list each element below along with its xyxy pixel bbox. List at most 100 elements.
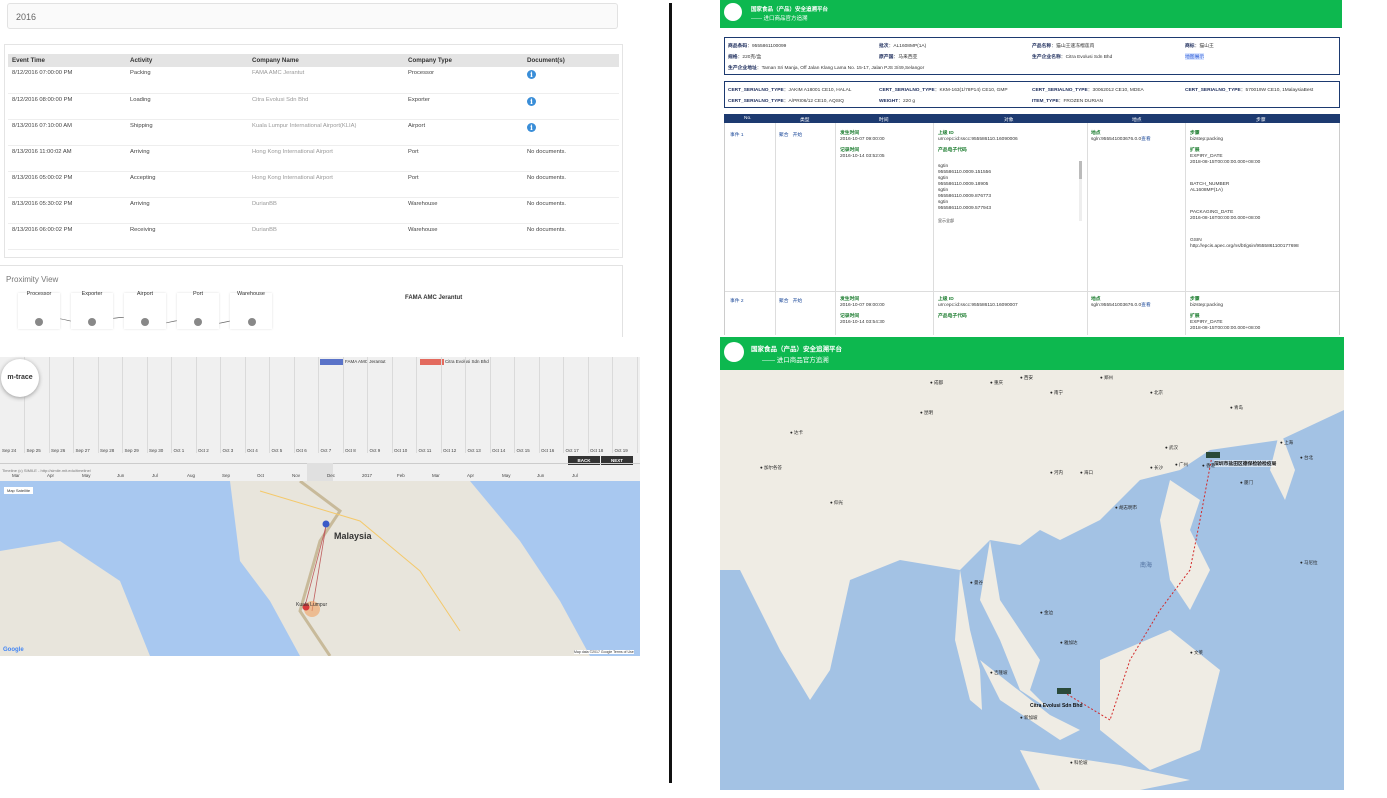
cell-company[interactable]: DurianBB — [248, 223, 404, 250]
epc-list[interactable]: sgtin 955586110.0009.151556 sgtin 955586… — [938, 164, 1078, 212]
timeline-day-label: Sep 27 — [75, 448, 90, 453]
event-1-object: 上级 ID urn:epc:id:sscc:955586110.16090006… — [938, 131, 1078, 224]
cell-company[interactable]: Hong Kong International Airport — [248, 171, 404, 198]
cell-doc: i — [523, 67, 619, 94]
malaysia-map[interactable]: Map Satellite Malaysia Kuala Lumpur Goog… — [0, 481, 640, 656]
timeline-day-column — [342, 357, 344, 453]
cert-key: CERT_SERIALNO_TYPE — [1032, 88, 1088, 93]
node-dot[interactable] — [194, 318, 202, 326]
city-label: ● 加尔各答 — [760, 465, 782, 470]
cert-value: JAKIM A18001 CE10, HALAL — [788, 88, 852, 93]
info-key: 规格 — [728, 55, 738, 60]
cell-time: 8/13/2016 05:30:02 PM — [8, 197, 126, 224]
node-dot[interactable] — [141, 318, 149, 326]
col-event-time[interactable]: Event Time — [8, 54, 126, 67]
cert-key: CERT_SERIALNO_TYPE — [879, 88, 935, 93]
event-table-header: Event Time Activity Company Name Company… — [8, 54, 619, 67]
epc-item: 955586110.0009.577943 — [938, 206, 991, 211]
origin-ship-icon[interactable] — [1057, 688, 1071, 694]
code-label: 产品电子代码 — [938, 148, 967, 153]
cell-time: 8/13/2016 05:00:02 PM — [8, 171, 126, 198]
grid-col-step: 步骤 — [1256, 118, 1266, 123]
node-label: Exporter — [81, 291, 103, 297]
col-company-name[interactable]: Company Name — [248, 54, 404, 67]
info-key: 产品名称 — [1032, 44, 1052, 49]
info-icon[interactable]: i — [527, 122, 536, 132]
info-icon[interactable]: i — [527, 96, 536, 106]
timeline-day-label: Sep 30 — [149, 448, 164, 453]
map-page-header: 国家食品（产品）安全追溯平台 —— 进口商品官方追溯 — [720, 337, 1344, 370]
timeline-day-label: Sep 29 — [124, 448, 139, 453]
city-label: ● 南宁 — [1050, 390, 1063, 395]
sea-label: 南海 — [1140, 563, 1153, 569]
cell-company[interactable]: DurianBB — [248, 197, 404, 224]
event-type-label: 聚合 — [779, 299, 789, 304]
info-value: Citra Evolusi Sdn Bhd — [1065, 55, 1113, 60]
timeline-day-column — [440, 357, 442, 453]
city-label: ● 北京 — [1150, 390, 1163, 395]
event-2-location: 地点 sgln:955541003676.0.0查看 — [1091, 297, 1151, 309]
col-documents[interactable]: Document(s) — [523, 54, 619, 67]
col-company-type[interactable]: Company Type — [404, 54, 523, 67]
timeline-day-label: Oct 19 — [614, 448, 628, 453]
timeline-month-label: Jul — [572, 473, 578, 478]
city-label: ● 青岛 — [1230, 405, 1243, 410]
event-2-no: 事件 2 — [730, 299, 744, 304]
cell-activity: Accepting — [126, 171, 248, 198]
table-row: 8/12/2016 07:00:00 PM Packing FAMA AMC J… — [8, 67, 619, 94]
timeline-month-label: Jun — [117, 473, 125, 478]
cell-company[interactable]: Kuala Lumpur International Airport(KLIA) — [248, 119, 404, 146]
map-attribution[interactable]: Map data ©2017 Google Terms of Use — [574, 650, 634, 654]
cell-company[interactable]: Citra Evolusi Sdn Bhd — [248, 93, 404, 120]
info-icon[interactable]: i — [527, 70, 536, 79]
cell-time: 8/12/2016 08:00:00 PM — [8, 93, 126, 120]
certificates-box: CERT_SERIALNO_TYPE：JAKIM A18001 CE10, HA… — [724, 81, 1340, 108]
map-display-link[interactable]: 地图展示 — [1185, 53, 1205, 60]
location-view-link[interactable]: 查看 — [1141, 303, 1151, 308]
timeline-day-column — [73, 357, 74, 453]
timeline-day-column — [367, 357, 368, 453]
left-screenshot-panel: 2016 Event Time Activity Company Name Co… — [0, 0, 640, 798]
cell-company[interactable]: Hong Kong International Airport — [248, 145, 404, 172]
map-type-toggle[interactable]: Map Satellite — [4, 487, 34, 494]
destination-ship-icon[interactable] — [1206, 452, 1220, 458]
location-view-link[interactable]: 查看 — [1141, 137, 1151, 142]
table-row: 8/13/2016 07:10:00 AM Shipping Kuala Lum… — [8, 119, 619, 146]
info-value: 猫山王速冻榴莲肉 — [1056, 44, 1095, 49]
trace-platform-header: 国家食品（产品）安全追溯平台 —— 进口商品官方追溯 — [720, 0, 1342, 28]
timeline[interactable]: FAMA AMC Jerantut Citra Evolusi Sdn Bhd … — [0, 357, 640, 481]
timeline-month-label: Dec — [327, 473, 336, 478]
event-1-type: 聚合 开始 — [779, 131, 802, 138]
cell-doc: No documents. — [523, 171, 619, 198]
cell-company[interactable]: FAMA AMC Jerantut — [248, 67, 404, 94]
timeline-window[interactable] — [307, 463, 333, 481]
cert-key: ITEM_TYPE — [1032, 99, 1059, 104]
year-header[interactable]: 2016 — [7, 3, 618, 29]
timeline-month-label: Apr — [467, 473, 475, 478]
event-type2-label: 开始 — [792, 133, 803, 138]
event-type2-label: 开始 — [792, 299, 803, 304]
map-land — [0, 481, 590, 656]
grid-col-time: 时间 — [879, 118, 889, 123]
city-label: ● 成都 — [930, 380, 943, 385]
map-header-title: 国家食品（产品）安全追溯平台 — [751, 346, 842, 353]
cell-type: Port — [404, 171, 523, 198]
cell-doc: No documents. — [523, 145, 619, 172]
china-sea-route-map[interactable]: 深圳市盐田区德保检验检疫局 Citra Evolusi Sdn Bhd 南海 ●… — [720, 370, 1344, 790]
proximity-view: Proximity View Processor Exporter Airpor… — [0, 265, 623, 337]
apple-logo-icon — [724, 3, 742, 21]
info-value: Taman Sri Manja, Off Jalan Klang Lama No… — [761, 66, 925, 71]
show-all-link[interactable]: 显示全部 — [938, 218, 1078, 224]
node-dot[interactable] — [35, 318, 43, 326]
timeline-month-label: Jul — [152, 473, 158, 478]
col-activity[interactable]: Activity — [126, 54, 248, 67]
epc-scrollbar[interactable] — [1079, 161, 1082, 221]
node-dot[interactable] — [88, 318, 96, 326]
timeline-month-label: Nov — [292, 473, 301, 478]
city-label: ● 新加坡 — [1020, 715, 1038, 720]
legend-label: Citra Evolusi Sdn Bhd — [445, 359, 489, 364]
timeline-month-label: Feb — [397, 473, 405, 478]
city-label: ● 西安 — [1020, 375, 1033, 380]
cell-activity: Arriving — [126, 145, 248, 172]
node-dot[interactable] — [248, 318, 256, 326]
